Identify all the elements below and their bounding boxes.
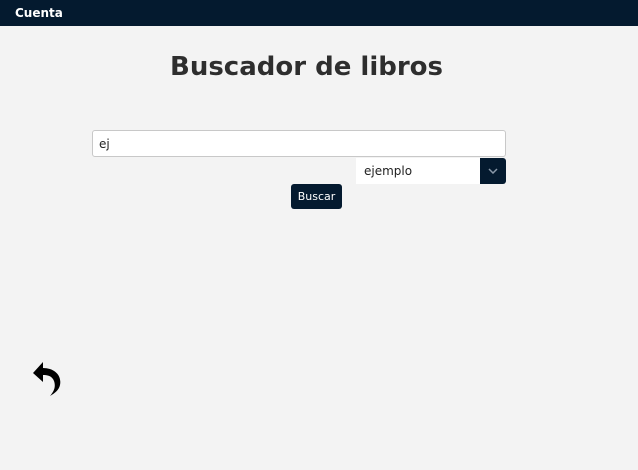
filter-select-value: ejemplo: [364, 164, 413, 178]
account-menu-link[interactable]: Cuenta: [15, 6, 63, 20]
undo-arrow-icon: [33, 362, 61, 396]
search-input[interactable]: [92, 130, 506, 157]
page-title: Buscador de libros: [170, 52, 443, 82]
back-button[interactable]: [30, 360, 64, 398]
filter-select[interactable]: ejemplo: [356, 158, 506, 184]
top-navbar: Cuenta: [0, 0, 638, 26]
chevron-down-icon[interactable]: [480, 158, 506, 184]
search-button[interactable]: Buscar: [291, 184, 342, 209]
